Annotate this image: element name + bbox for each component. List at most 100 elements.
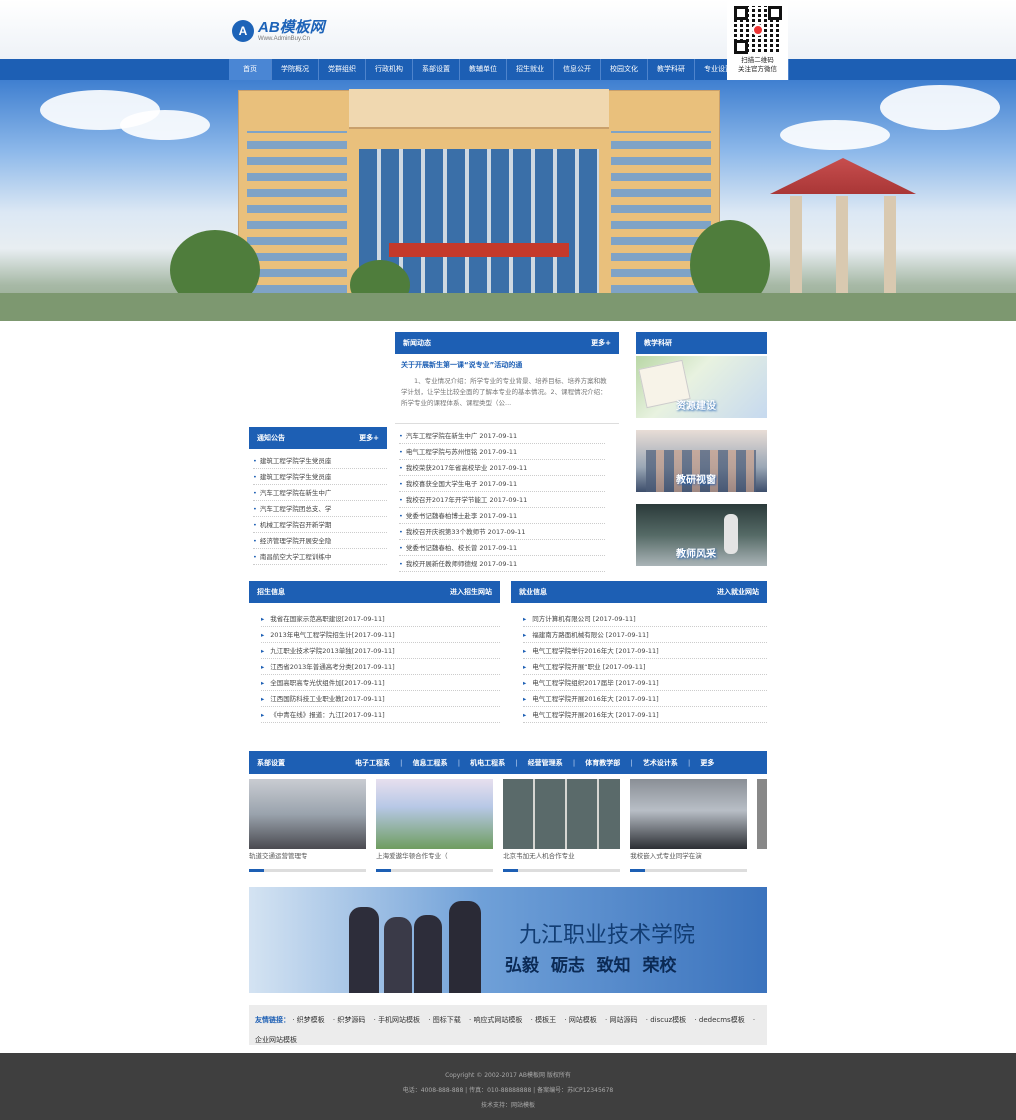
dept-thumb-partial bbox=[757, 779, 767, 872]
thumb-caption: 我校嵌入式专业同学在演 bbox=[630, 852, 702, 860]
thumb-progress bbox=[249, 869, 367, 872]
friend-link[interactable]: 响应式网站模板 bbox=[473, 1016, 522, 1024]
research-panel: 教学科研 资源建设 教研视窗 教师风采 bbox=[636, 332, 767, 566]
news-item[interactable]: 我校召开庆祝第33个教师节 2017-09-11 bbox=[399, 524, 605, 540]
admission-site-link[interactable]: 进入招生网站 bbox=[450, 581, 492, 603]
admission-item[interactable]: 江西省2013年普通高考分类[2017-09-11] bbox=[261, 659, 500, 675]
admission-panel: 招生信息 进入招生网站 我省在国家示范高职建设[2017-09-11]2013年电… bbox=[249, 581, 500, 723]
thumb-image bbox=[503, 779, 621, 849]
dept-tab-1[interactable]: 信息工程系 bbox=[403, 758, 458, 768]
friend-link[interactable]: 织梦模板 bbox=[297, 1016, 325, 1024]
thumb-image bbox=[376, 779, 494, 849]
nav-item-2[interactable]: 党群组织 bbox=[319, 59, 366, 80]
friend-link[interactable]: 网站源码 bbox=[610, 1016, 638, 1024]
news-item[interactable]: 汽车工程学院在新生中广 2017-09-11 bbox=[399, 428, 605, 444]
research-card-label: 教研视窗 bbox=[676, 475, 716, 486]
logo-name: AB模板网 bbox=[258, 19, 325, 36]
dept-thumb[interactable]: 轨道交通运营管理专 bbox=[249, 779, 367, 872]
dept-thumb[interactable]: 我校嵌入式专业同学在演 bbox=[630, 779, 748, 872]
nav-item-3[interactable]: 行政机构 bbox=[366, 59, 413, 80]
header: A AB模板网 Www.AdminBuy.Cn 扫描二维码 关注官方微信 bbox=[0, 0, 1016, 80]
thumb-caption: 上海爱遨华顿合作专业（ bbox=[376, 852, 448, 860]
notice-title: 通知公告 bbox=[257, 434, 285, 442]
research-card-teachers[interactable]: 教师风采 bbox=[636, 504, 767, 566]
qr-code-icon bbox=[733, 6, 782, 54]
employment-item[interactable]: 电气工程学院组织2017届毕 [2017-09-11] bbox=[523, 675, 767, 691]
news-item[interactable]: 我校召开2017年开学节能工 2017-09-11 bbox=[399, 492, 605, 508]
dept-thumb[interactable]: 北京韦加无人机合作专业 bbox=[503, 779, 621, 872]
notice-item[interactable]: 经济管理学院开展安全隐 bbox=[253, 533, 387, 549]
dept-tab-0[interactable]: 电子工程系 bbox=[345, 758, 400, 768]
admission-item[interactable]: 2013年电气工程学院招生计[2017-09-11] bbox=[261, 627, 500, 643]
thumb-caption: 轨道交通运营管理专 bbox=[249, 852, 308, 860]
nav-item-6[interactable]: 招生就业 bbox=[507, 59, 554, 80]
news-item[interactable]: 电气工程学院与苏州恒铭 2017-09-11 bbox=[399, 444, 605, 460]
site-logo[interactable]: A AB模板网 Www.AdminBuy.Cn bbox=[232, 20, 325, 42]
admission-item[interactable]: 江西国防科技工业职业教[2017-09-11] bbox=[261, 691, 500, 707]
dept-more-link[interactable]: 更多 bbox=[690, 758, 724, 768]
dept-tab-4[interactable]: 体育教学部 bbox=[575, 758, 630, 768]
footer-support[interactable]: 技术支持：网站模板 bbox=[0, 1098, 1016, 1113]
nav-item-9[interactable]: 教学科研 bbox=[648, 59, 695, 80]
notice-item[interactable]: 建筑工程学院学生党员座 bbox=[253, 469, 387, 485]
employment-title: 就业信息 bbox=[519, 588, 547, 596]
friend-link[interactable]: 图标下载 bbox=[433, 1016, 461, 1024]
promo-banner: 九江职业技术学院 弘毅 砺志 致知 荣校 bbox=[249, 887, 767, 993]
news-item[interactable]: 党委书记魏春柏、校长曾 2017-09-11 bbox=[399, 540, 605, 556]
notice-item[interactable]: 机械工程学院召开新学期 bbox=[253, 517, 387, 533]
admission-item[interactable]: 《中青在线》报道：九江[2017-09-11] bbox=[261, 707, 500, 723]
news-item[interactable]: 我校开展新任教师师德规 2017-09-11 bbox=[399, 556, 605, 572]
dept-tab-2[interactable]: 机电工程系 bbox=[460, 758, 515, 768]
nav-item-5[interactable]: 教辅单位 bbox=[460, 59, 507, 80]
research-card-label: 教师风采 bbox=[676, 549, 716, 560]
friend-link[interactable]: dedecms模板 bbox=[699, 1016, 745, 1024]
employment-item[interactable]: 同方计算机有限公司 [2017-09-11] bbox=[523, 611, 767, 627]
promo-motto: 弘毅 砺志 致知 荣校 bbox=[505, 956, 677, 976]
promo-school-name: 九江职业技术学院 bbox=[519, 923, 696, 948]
news-headline[interactable]: 关于开展新生第一课“说专业”活动的通 bbox=[401, 360, 613, 370]
admission-item[interactable]: 全国高职高专光伏组件加[2017-09-11] bbox=[261, 675, 500, 691]
friend-link[interactable]: 手机网站模板 bbox=[378, 1016, 420, 1024]
campus-banner bbox=[0, 80, 1016, 321]
nav-item-0[interactable]: 首页 bbox=[229, 59, 272, 80]
notice-item[interactable]: 南昌航空大学工程训练中 bbox=[253, 549, 387, 565]
dept-tab-3[interactable]: 经营管理系 bbox=[518, 758, 573, 768]
friend-link[interactable]: 网站模板 bbox=[569, 1016, 597, 1024]
nav-item-7[interactable]: 信息公开 bbox=[554, 59, 601, 80]
news-item[interactable]: 党委书记魏春柏博士赴李 2017-09-11 bbox=[399, 508, 605, 524]
research-card-teaching[interactable]: 教研视窗 bbox=[636, 430, 767, 492]
friend-link[interactable]: discuz模板 bbox=[650, 1016, 686, 1024]
admission-item[interactable]: 九江职业技术学院2013单独[2017-09-11] bbox=[261, 643, 500, 659]
notice-item[interactable]: 建筑工程学院学生党员座 bbox=[253, 453, 387, 469]
admission-item[interactable]: 我省在国家示范高职建设[2017-09-11] bbox=[261, 611, 500, 627]
news-item[interactable]: 我校荣获2017年省高校毕业 2017-09-11 bbox=[399, 460, 605, 476]
friend-link[interactable]: 织梦源码 bbox=[337, 1016, 365, 1024]
notice-more-link[interactable]: 更多+ bbox=[359, 427, 379, 449]
dept-thumb[interactable]: 上海爱遨华顿合作专业（ bbox=[376, 779, 494, 872]
research-title: 教学科研 bbox=[644, 339, 672, 347]
notice-item[interactable]: 汽车工程学院团总支、学 bbox=[253, 501, 387, 517]
nav-item-4[interactable]: 系部设置 bbox=[413, 59, 460, 80]
nav-item-1[interactable]: 学院概况 bbox=[272, 59, 319, 80]
employment-item[interactable]: 电气工程学院开展2016年大 [2017-09-11] bbox=[523, 691, 767, 707]
employment-item[interactable]: 电气工程学院开展“职业 [2017-09-11] bbox=[523, 659, 767, 675]
employment-site-link[interactable]: 进入就业网站 bbox=[717, 581, 759, 603]
employment-item[interactable]: 电气工程学院开展2016年大 [2017-09-11] bbox=[523, 707, 767, 723]
news-title: 新闻动态 bbox=[403, 339, 431, 347]
friend-link[interactable]: 模板王 bbox=[535, 1016, 556, 1024]
employment-item[interactable]: 福建南方路面机械有限公 [2017-09-11] bbox=[523, 627, 767, 643]
employment-item[interactable]: 电气工程学院举行2016年大 [2017-09-11] bbox=[523, 643, 767, 659]
research-card-label: 资源建设 bbox=[676, 401, 716, 412]
news-more-link[interactable]: 更多+ bbox=[591, 332, 611, 354]
footer-copyright: Copyright © 2002-2017 AB模板网 版权所有 bbox=[445, 1072, 571, 1079]
research-card-resources[interactable]: 资源建设 bbox=[636, 356, 767, 418]
news-item[interactable]: 我校喜获全国大学生电子 2017-09-11 bbox=[399, 476, 605, 492]
thumb-progress bbox=[376, 869, 494, 872]
friend-link[interactable]: 企业网站模板 bbox=[255, 1036, 297, 1044]
thumb-image bbox=[249, 779, 367, 849]
thumb-progress bbox=[630, 869, 748, 872]
notice-item[interactable]: 汽车工程学院在新生中广 bbox=[253, 485, 387, 501]
nav-item-8[interactable]: 校园文化 bbox=[601, 59, 648, 80]
friend-links: 友情链接： · 织梦模板 · 织梦源码 · 手机网站模板 · 图标下载 · 响应… bbox=[249, 1005, 767, 1045]
dept-tab-5[interactable]: 艺术设计系 bbox=[633, 758, 688, 768]
